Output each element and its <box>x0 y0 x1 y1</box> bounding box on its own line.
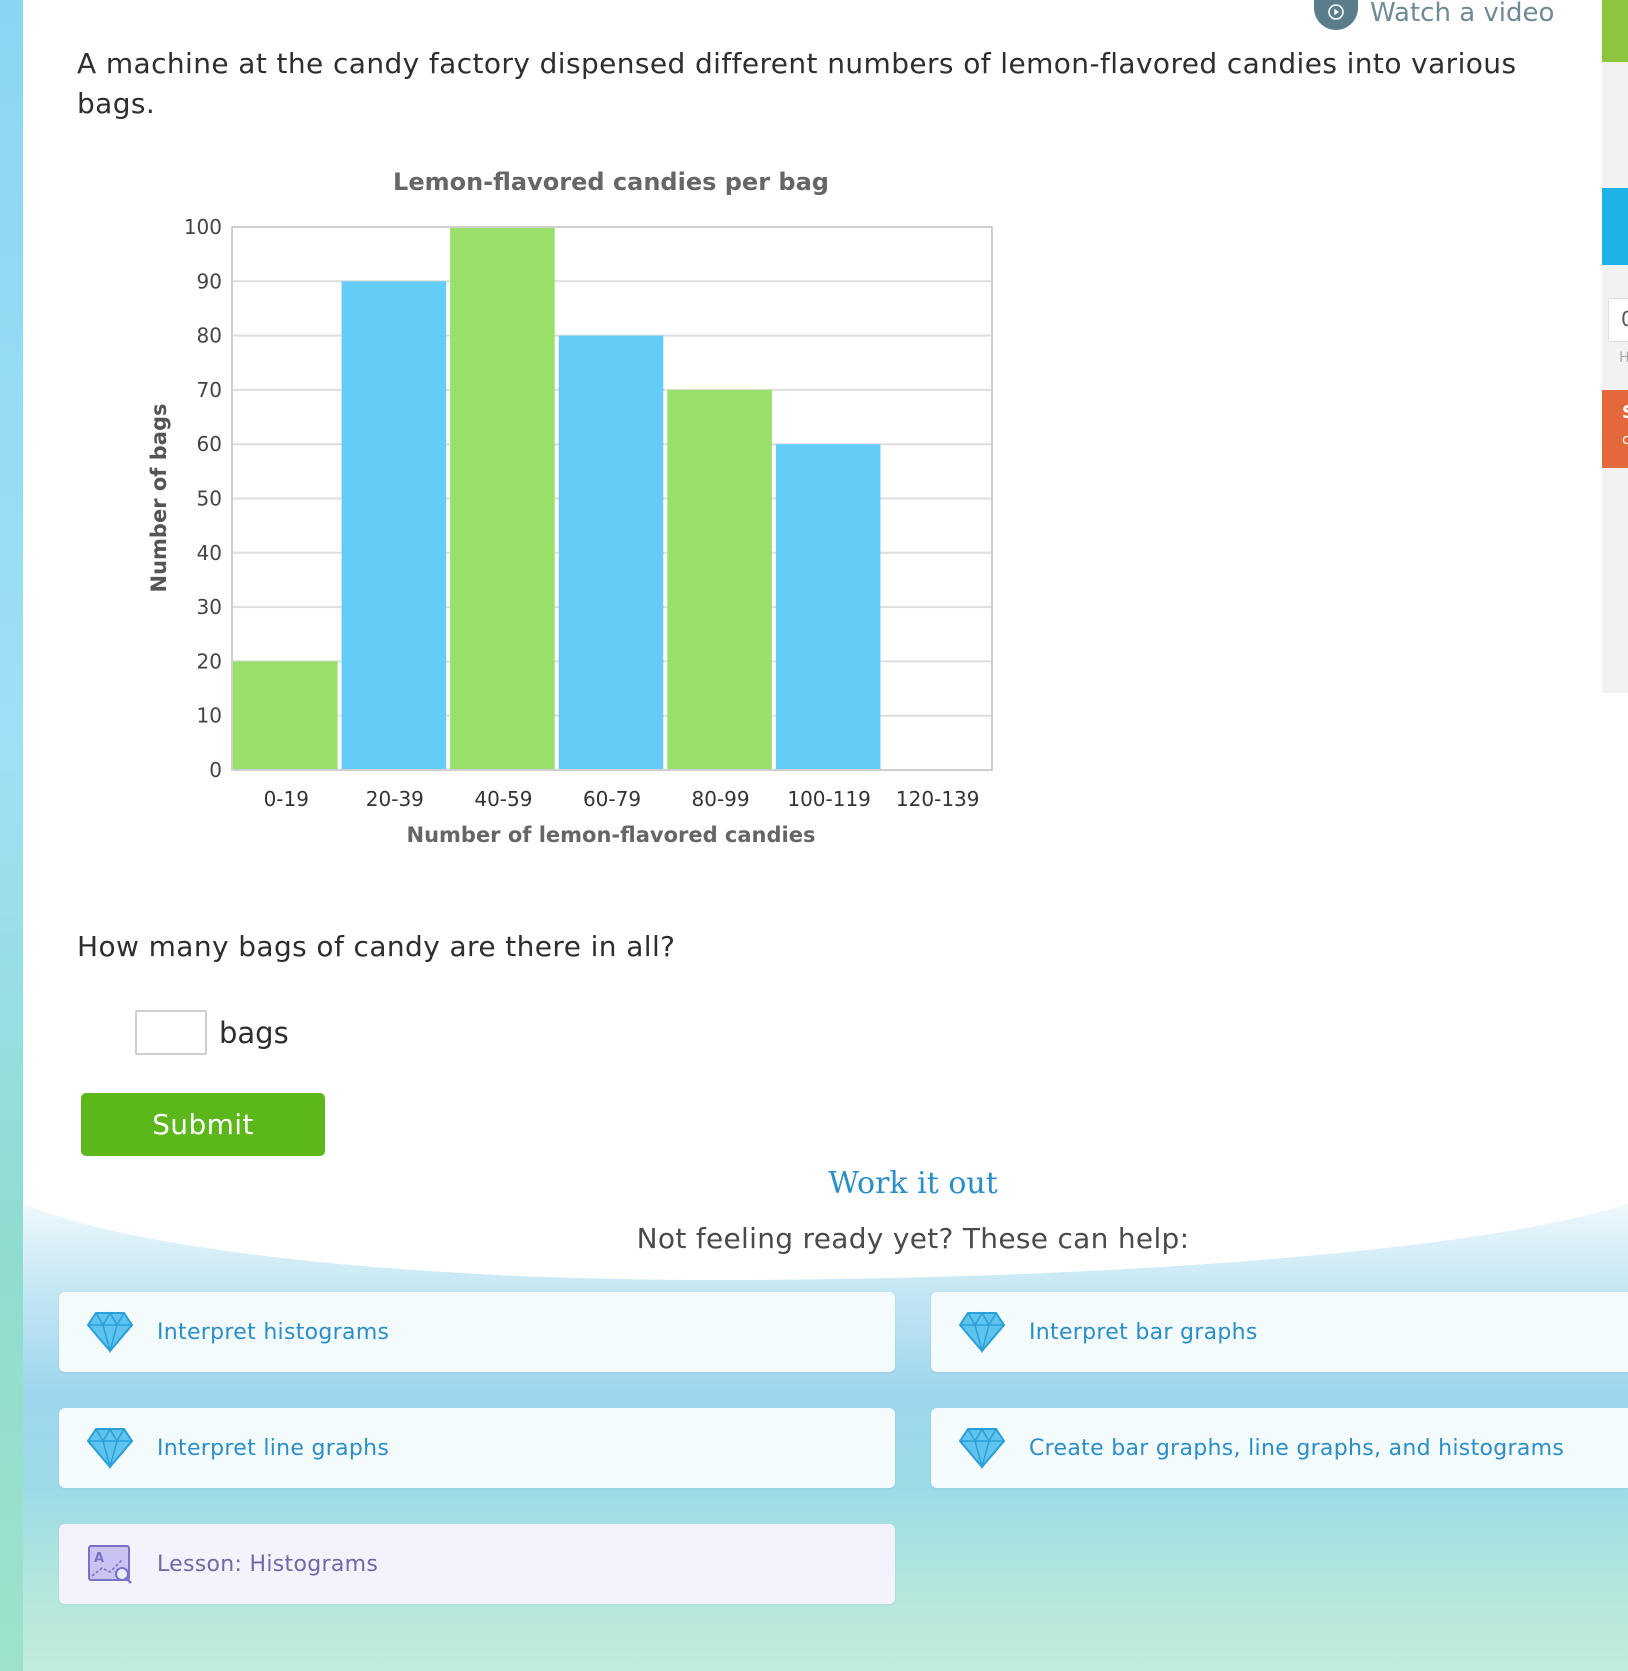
x-axis-label: Number of lemon-flavored candies <box>407 823 816 847</box>
help-card-label: Lesson: Histograms <box>157 1551 379 1577</box>
help-card-create-graphs[interactable]: Create bar graphs, line graphs, and hist… <box>931 1408 1628 1488</box>
help-card-label: Interpret bar graphs <box>1029 1319 1258 1345</box>
watch-video-link[interactable]: Watch a video <box>1314 0 1554 30</box>
submit-button[interactable]: Submit <box>81 1093 325 1156</box>
sub-question-text: How many bags of candy are there in all? <box>77 930 676 963</box>
y-tick-label: 80 <box>197 324 222 348</box>
chart-title: Lemon-flavored candies per bag <box>393 168 829 196</box>
help-card-lesson-histograms[interactable]: A Lesson: Histograms <box>59 1524 895 1604</box>
y-axis-label: Number of bags <box>147 404 171 593</box>
y-tick-label: 10 <box>197 704 222 728</box>
question-text: A machine at the candy factory dispensed… <box>77 47 1517 120</box>
answer-input[interactable] <box>135 1010 207 1055</box>
y-tick-label: 0 <box>209 758 222 782</box>
y-tick-label: 40 <box>197 541 222 565</box>
bar-20-39 <box>341 281 447 770</box>
watch-video-label: Watch a video <box>1370 0 1555 28</box>
y-tick-label: 30 <box>197 595 222 619</box>
play-icon <box>1314 0 1358 30</box>
answer-unit: bags <box>219 1015 289 1050</box>
sidebar-counter-text: 0 <box>1621 307 1628 331</box>
y-tick-label: 90 <box>197 269 222 293</box>
sidebar-counter-box: 0 <box>1608 298 1628 342</box>
sidebar-orange-letter: S <box>1622 402 1628 423</box>
x-tick-label: 0-19 <box>264 787 309 811</box>
bar-80-99 <box>667 389 772 770</box>
help-card-label: Create bar graphs, line graphs, and hist… <box>1029 1435 1565 1461</box>
y-axis-ticks: 0 10 20 30 40 50 60 70 80 90 100 <box>184 215 222 782</box>
work-it-out-title: Work it out <box>828 1166 998 1201</box>
x-tick-label: 20-39 <box>366 787 424 811</box>
answer-row: bags <box>135 1010 289 1055</box>
help-card-interpret-histograms[interactable]: Interpret histograms <box>59 1292 895 1372</box>
bar-0-19 <box>233 661 338 770</box>
x-tick-label: 60-79 <box>583 787 641 811</box>
x-tick-label: 100-119 <box>787 787 871 811</box>
right-sidebar <box>1602 0 1628 693</box>
left-border-strip <box>0 0 23 1671</box>
help-subtitle: Not feeling ready yet? These can help: <box>636 1222 1190 1255</box>
sidebar-orange-tab[interactable]: S c <box>1602 390 1628 468</box>
x-axis-ticks: 0-19 20-39 40-59 60-79 80-99 100-119 120-139 <box>264 787 980 811</box>
sidebar-orange-sub: c <box>1622 432 1628 448</box>
x-tick-label: 80-99 <box>692 787 750 811</box>
y-tick-label: 100 <box>184 215 222 239</box>
y-tick-label: 50 <box>197 487 222 511</box>
bar-100-119 <box>775 444 881 770</box>
help-card-interpret-line-graphs[interactable]: Interpret line graphs <box>59 1408 895 1488</box>
histogram-chart: Lemon-flavored candies per bag 0 10 20 30 40… <box>147 168 993 847</box>
lesson-icon: A <box>85 1542 135 1586</box>
sidebar-blue-tab[interactable] <box>1602 188 1628 265</box>
diamond-icon <box>85 1426 135 1470</box>
diamond-icon <box>957 1426 1007 1470</box>
help-card-interpret-bar-graphs[interactable]: Interpret bar graphs <box>931 1292 1628 1372</box>
sidebar-green-tab[interactable] <box>1602 0 1628 62</box>
x-tick-label: 120-139 <box>896 787 980 811</box>
help-card-label: Interpret histograms <box>157 1319 390 1345</box>
bar-60-79 <box>558 335 664 770</box>
diamond-icon <box>957 1310 1007 1354</box>
y-tick-label: 60 <box>197 432 222 456</box>
sidebar-small-label: H <box>1619 350 1628 366</box>
y-tick-label: 20 <box>197 649 222 673</box>
help-card-label: Interpret line graphs <box>157 1435 390 1461</box>
diamond-icon <box>85 1310 135 1354</box>
svg-text:A: A <box>94 1551 104 1566</box>
y-tick-label: 70 <box>197 378 222 402</box>
bar-40-59 <box>450 227 555 770</box>
x-tick-label: 40-59 <box>474 787 532 811</box>
